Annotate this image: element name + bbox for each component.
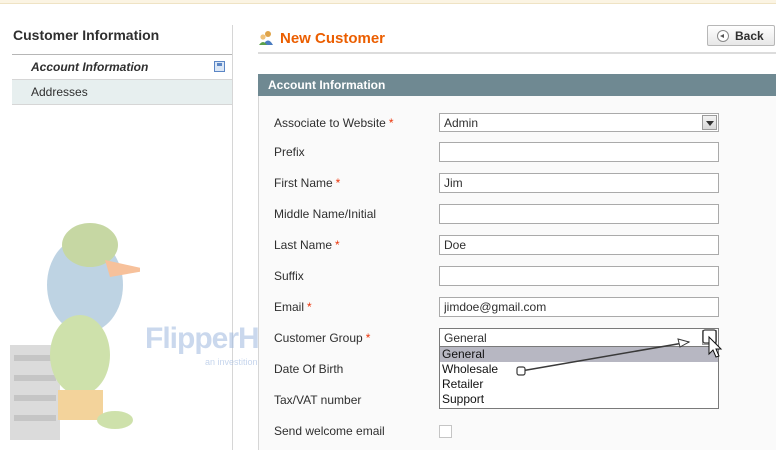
- dropdown-option-support[interactable]: Support: [440, 392, 718, 407]
- field-label: Email *: [274, 300, 312, 314]
- row-suffix: Suffix: [274, 266, 734, 288]
- customer-group-dropdown: General Wholesale Retailer Support: [439, 346, 719, 409]
- sidebar-item-account-information[interactable]: Account Information: [12, 55, 233, 80]
- field-label: Prefix: [274, 145, 305, 159]
- sidebar-item-label: Account Information: [31, 60, 149, 74]
- sidebar-divider: [232, 25, 233, 450]
- field-label: Middle Name/Initial: [274, 207, 377, 221]
- chevron-down-icon[interactable]: [702, 115, 717, 130]
- send-welcome-email-checkbox[interactable]: [439, 425, 452, 438]
- field-label: Suffix: [274, 269, 304, 283]
- top-notice-strip: [0, 0, 776, 4]
- dropdown-option-general[interactable]: General: [440, 347, 718, 362]
- customer-group-select[interactable]: General: [439, 328, 719, 347]
- page-title: New Customer: [280, 30, 386, 47]
- row-middle-name: Middle Name/Initial: [274, 204, 734, 226]
- field-label: Send welcome email: [274, 424, 385, 438]
- prefix-input[interactable]: [439, 142, 719, 162]
- field-label: Last Name *: [274, 238, 340, 252]
- section-header: Account Information: [258, 74, 776, 96]
- back-button-label: Back: [735, 28, 764, 43]
- row-last-name: Last Name *: [274, 235, 734, 257]
- row-first-name: First Name *: [274, 173, 734, 195]
- row-prefix: Prefix: [274, 142, 734, 164]
- chevron-down-icon[interactable]: [702, 330, 717, 345]
- row-associate-to-website: Associate to Website * Admin: [274, 113, 734, 135]
- sidebar: Customer Information Account Information…: [12, 25, 233, 105]
- field-label: Customer Group *: [274, 331, 371, 345]
- field-label: Associate to Website *: [274, 116, 394, 130]
- first-name-input[interactable]: [439, 173, 719, 193]
- field-label: Date Of Birth: [274, 362, 344, 376]
- sidebar-title: Customer Information: [12, 25, 233, 55]
- header-divider: [258, 52, 776, 54]
- back-arrow-icon: [717, 29, 729, 42]
- associate-to-website-select[interactable]: Admin: [439, 113, 719, 132]
- dropdown-option-retailer[interactable]: Retailer: [440, 377, 718, 392]
- row-email: Email *: [274, 297, 734, 319]
- field-label: First Name *: [274, 176, 341, 190]
- back-button[interactable]: Back: [707, 25, 775, 46]
- customer-icon: [259, 31, 273, 45]
- mascot-watermark-icon: [10, 223, 140, 440]
- field-label: Tax/VAT number: [274, 393, 362, 407]
- dropdown-option-wholesale[interactable]: Wholesale: [440, 362, 718, 377]
- save-icon: [214, 61, 225, 72]
- email-field[interactable]: [439, 297, 719, 317]
- row-send-welcome-email: Send welcome email: [274, 421, 734, 443]
- suffix-input[interactable]: [439, 266, 719, 286]
- sidebar-item-addresses[interactable]: Addresses: [12, 80, 233, 105]
- last-name-input[interactable]: [439, 235, 719, 255]
- sidebar-item-label: Addresses: [31, 85, 88, 99]
- middle-name-input[interactable]: [439, 204, 719, 224]
